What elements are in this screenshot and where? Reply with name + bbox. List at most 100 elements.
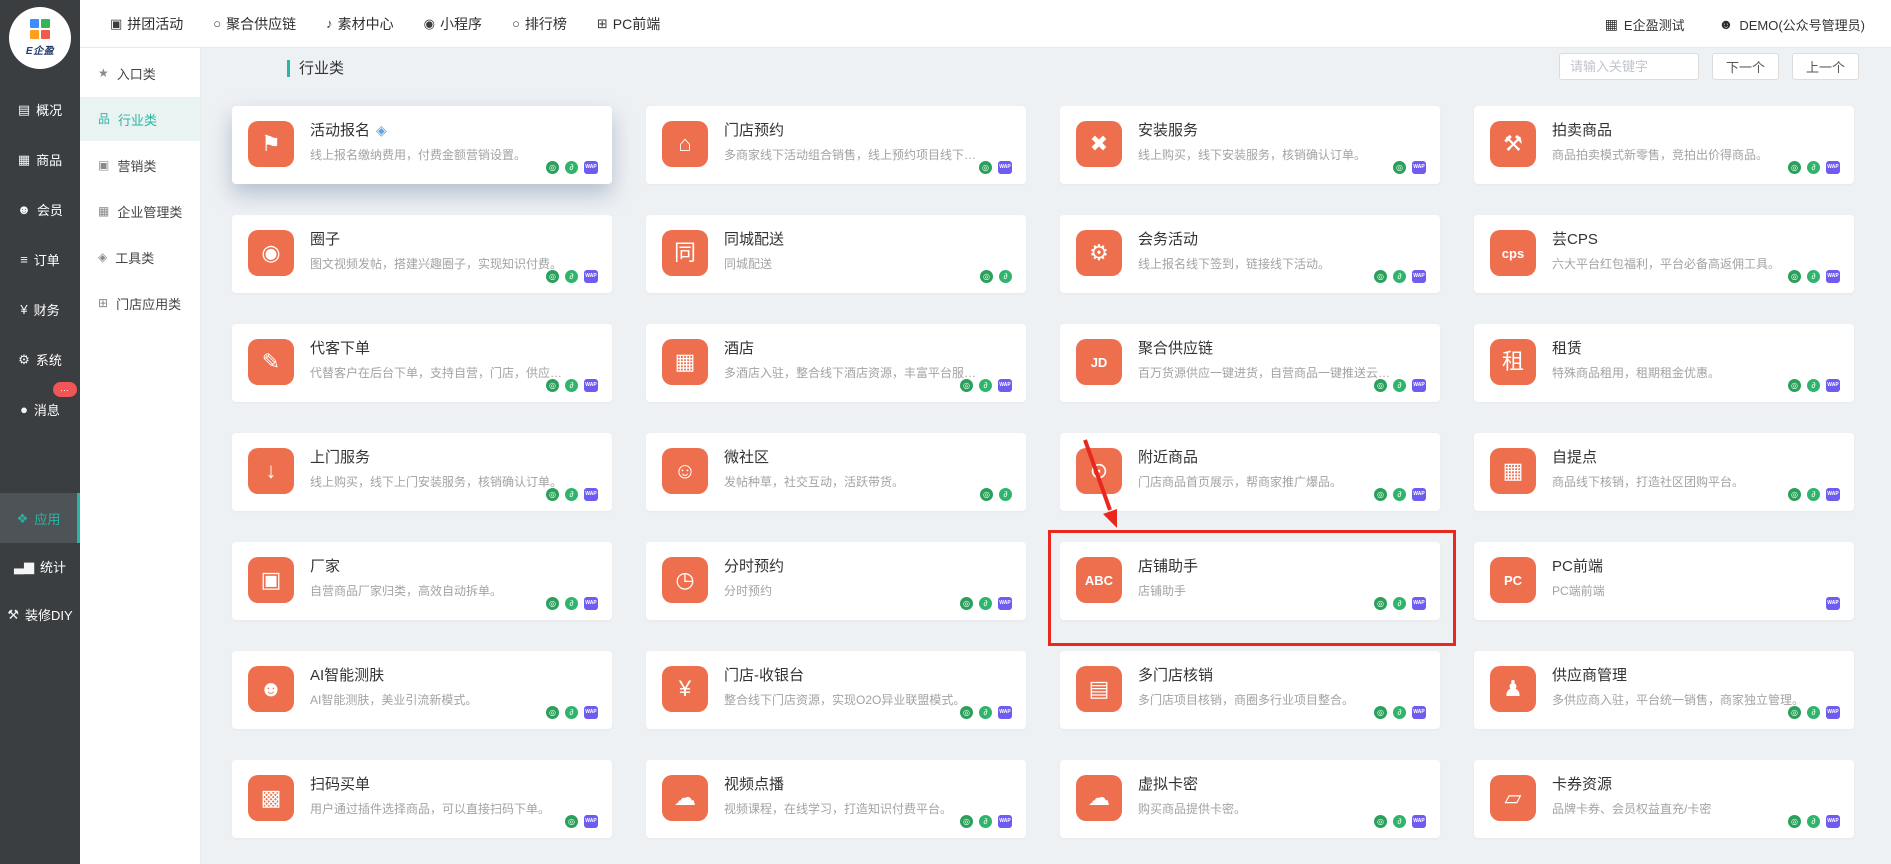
category-item-0[interactable]: ★入口类	[80, 51, 200, 95]
app-card[interactable]: ▱卡券资源品牌卡券、会员权益直充/卡密◎∂WAP	[1474, 760, 1854, 838]
category-item-2[interactable]: ▣营销类	[80, 143, 200, 187]
h5-badge: ∂	[1807, 706, 1820, 719]
platform-badges: ◎∂	[980, 270, 1012, 283]
topnav-item[interactable]: ○排行榜	[512, 14, 567, 34]
app-card[interactable]: JD聚合供应链百万货源供应一键进货，自营商品一键推送云…◎∂WAP	[1060, 324, 1440, 402]
app-card[interactable]: ♟供应商管理多供应商入驻，平台统一销售，商家独立管理。◎∂WAP	[1474, 651, 1854, 729]
app-card-title-text: 扫码买单	[310, 773, 370, 794]
app-card[interactable]: PCPC前端PC端前端WAP	[1474, 542, 1854, 620]
topnav-item[interactable]: ▣拼团活动	[110, 14, 183, 34]
category-item-label: 工具类	[115, 248, 154, 267]
sidebar-item-5[interactable]: ⚙系统	[0, 334, 80, 384]
stats-chart-icon: ▃▆	[14, 560, 34, 573]
mini-program-badge: ◎	[546, 488, 559, 501]
h5-badge: ∂	[999, 270, 1012, 283]
platform-badges: ◎∂WAP	[1788, 161, 1840, 174]
prev-button[interactable]: 上一个	[1792, 53, 1859, 80]
brand-logo[interactable]: E企盈	[9, 7, 71, 69]
topnav-right-item[interactable]: ▦E企盈测试	[1605, 15, 1685, 34]
h5-badge: ∂	[1393, 270, 1406, 283]
app-card[interactable]: ✖安装服务线上购买，线下安装服务，核销确认订单。◎WAP	[1060, 106, 1440, 184]
sidebar-bottom-item-2[interactable]: ⚒装修DIY	[0, 589, 80, 639]
app-card[interactable]: ⊙附近商品门店商品首页展示，帮商家推广爆品。◎∂WAP	[1060, 433, 1440, 511]
h5-badge: ∂	[1807, 488, 1820, 501]
mini-program-badge: ◎	[1393, 161, 1406, 174]
app-card[interactable]: ⚒拍卖商品商品拍卖模式新零售，竞拍出价得商品。◎∂WAP	[1474, 106, 1854, 184]
wap-badge: WAP	[1412, 161, 1426, 174]
platform-badges: ◎∂WAP	[546, 706, 598, 719]
topnav-item[interactable]: ⊞PC前端	[597, 14, 660, 34]
user-icon: ☻	[1719, 17, 1734, 31]
app-card[interactable]: ¥门店-收银台整合线下门店资源，实现O2O异业联盟模式。◎∂WAP	[646, 651, 1026, 729]
category-item-5[interactable]: ⊞门店应用类	[80, 281, 200, 325]
app-card-title: 租赁	[1552, 337, 1582, 358]
pc-grid-icon: ⊞	[597, 17, 608, 30]
app-card-title: 厂家	[310, 555, 340, 576]
app-card[interactable]: ◷分时预约分时预约◎∂WAP	[646, 542, 1026, 620]
topnav-item[interactable]: ◉小程序	[424, 14, 482, 34]
category-item-label: 企业管理类	[117, 202, 182, 221]
sidebar-item-3[interactable]: ≡ 订单	[0, 234, 80, 284]
main-sidebar: E企盈 ▤概况▦商品☻会员 ≡ 订单 ¥财务⚙系统●消息… ❖应用▃▆统计⚒装修DIY	[0, 0, 80, 864]
topnav-item-label: 拼团活动	[127, 14, 183, 34]
app-card[interactable]: ▩扫码买单用户通过插件选择商品，可以直接扫码下单。◎WAP	[232, 760, 612, 838]
sidebar-item-0[interactable]: ▤概况	[0, 84, 80, 134]
mini-program-badge: ◎	[960, 815, 973, 828]
topnav-right-item[interactable]: ☻DEMO(公众号管理员)	[1719, 15, 1865, 34]
nearby-goods-icon: ⊙	[1076, 448, 1122, 494]
app-card[interactable]: ☺微社区发帖种草，社交互动，活跃带货。◎∂	[646, 433, 1026, 511]
platform-badges: ◎∂	[980, 488, 1012, 501]
app-card[interactable]: cps芸CPS六大平台红包福利，平台必备高返佣工具。◎∂WAP	[1474, 215, 1854, 293]
mini-program-badge: ◎	[546, 706, 559, 719]
app-card[interactable]: ABC店铺助手店铺助手◎∂WAP	[1060, 542, 1440, 620]
order-doc-icon: ✎	[248, 339, 294, 385]
app-card[interactable]: ▣厂家自营商品厂家归类，高效自动拆单。◎∂WAP	[232, 542, 612, 620]
wap-badge: WAP	[584, 161, 598, 174]
topnav-item[interactable]: ○聚合供应链	[213, 14, 296, 34]
mini-program-badge: ◎	[1374, 488, 1387, 501]
sidebar-item-1[interactable]: ▦商品	[0, 134, 80, 184]
app-card[interactable]: ◉圈子图文视频发帖，搭建兴趣圈子，实现知识付费。◎∂WAP	[232, 215, 612, 293]
sidebar-item-6[interactable]: ●消息…	[0, 384, 80, 434]
app-card-title-text: 分时预约	[724, 555, 784, 576]
app-card[interactable]: ☁虚拟卡密购买商品提供卡密。◎∂WAP	[1060, 760, 1440, 838]
app-card[interactable]: ▦酒店多酒店入驻，整合线下酒店资源，丰富平台服…◎∂WAP	[646, 324, 1026, 402]
category-item-1[interactable]: 品行业类	[80, 97, 200, 141]
sidebar-item-2[interactable]: ☻会员	[0, 184, 80, 234]
sidebar-bottom-item-0[interactable]: ❖应用	[0, 493, 80, 543]
search-input[interactable]	[1559, 53, 1699, 80]
app-card[interactable]: ↓上门服务线上购买，线下上门安装服务，核销确认订单。◎∂WAP	[232, 433, 612, 511]
app-card[interactable]: ✎代客下单代替客户在后台下单，支持自营，门店，供应…◎∂WAP	[232, 324, 612, 402]
sidebar-bottom-item-1[interactable]: ▃▆统计	[0, 541, 80, 591]
app-card[interactable]: ▤多门店核销多门店项目核销，商圈多行业项目整合。◎∂WAP	[1060, 651, 1440, 729]
category-item-3[interactable]: ▦企业管理类	[80, 189, 200, 233]
next-button[interactable]: 下一个	[1712, 53, 1779, 80]
wap-badge: WAP	[1826, 270, 1840, 283]
orders-cart-icon: ≡	[20, 253, 28, 266]
sidebar-item-4[interactable]: ¥财务	[0, 284, 80, 334]
mini-program-badge: ◎	[546, 161, 559, 174]
doc-check-icon: ▤	[1076, 666, 1122, 712]
sidebar-item-label: 订单	[34, 250, 60, 269]
category-item-4[interactable]: ◈工具类	[80, 235, 200, 279]
app-card[interactable]: ⚙会务活动线上报名线下签到，链接线下活动。◎∂WAP	[1060, 215, 1440, 293]
app-card[interactable]: ⚑活动报名◈线上报名缴纳费用，付费金额营销设置。◎∂WAP	[232, 106, 612, 184]
platform-badges: ◎∂WAP	[546, 270, 598, 283]
mini-program-badge: ◎	[1374, 597, 1387, 610]
app-card-title: 卡券资源	[1552, 773, 1612, 794]
wap-badge: WAP	[998, 706, 1012, 719]
platform-badges: ◎∂WAP	[546, 488, 598, 501]
wap-badge: WAP	[998, 379, 1012, 392]
wap-badge: WAP	[1826, 379, 1840, 392]
app-card[interactable]: ▦自提点商品线下核销，打造社区团购平台。◎∂WAP	[1474, 433, 1854, 511]
app-card[interactable]: ⌂门店预约多商家线下活动组合销售，线上预约项目线下…◎WAP	[646, 106, 1026, 184]
topnav-item[interactable]: ♪素材中心	[326, 14, 394, 34]
app-card[interactable]: ☁视频点播视频课程，在线学习，打造知识付费平台。◎∂WAP	[646, 760, 1026, 838]
circle-icon: ○	[213, 17, 221, 30]
app-card[interactable]: 同同城配送同城配送◎∂	[646, 215, 1026, 293]
h5-badge: ∂	[979, 379, 992, 392]
app-card[interactable]: 租租赁特殊商品租用，租期租金优惠。◎∂WAP	[1474, 324, 1854, 402]
app-card-title: 店铺助手	[1138, 555, 1198, 576]
app-card-title: 门店预约	[724, 119, 784, 140]
app-card[interactable]: ☻AI智能测肤AI智能测肤，美业引流新模式。◎∂WAP	[232, 651, 612, 729]
